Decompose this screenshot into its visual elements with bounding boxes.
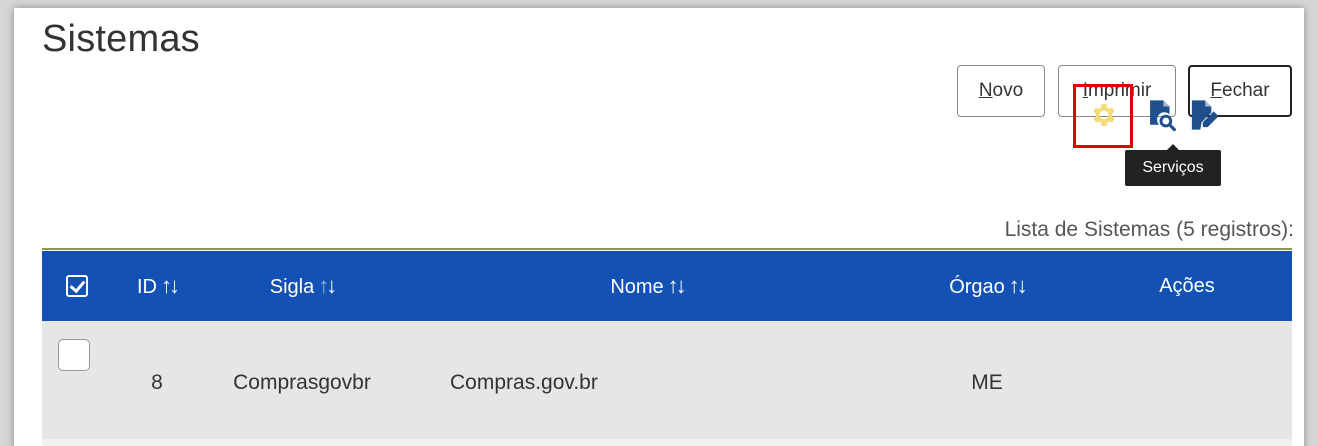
column-header-id[interactable]: ID ↑↓ [112, 251, 202, 321]
sort-arrows-icon[interactable]: ↑↓ [1009, 273, 1028, 299]
column-header-orgao[interactable]: Órgao ↑↓ [892, 251, 1082, 321]
column-header-acoes: Ações [1159, 274, 1215, 297]
row-checkbox[interactable] [58, 339, 90, 371]
cell-orgao: ME [971, 371, 1003, 394]
column-header-nome[interactable]: Nome ↑↓ [402, 251, 892, 321]
systems-table: ID ↑↓ Sigla ↑↓ Nome ↑↓ Órgao ↑↓ Ações 8 Comp… [42, 251, 1292, 446]
column-header-sigla[interactable]: Sigla ↑↓ [202, 251, 402, 321]
cell-nome: Compras.gov.br [450, 371, 598, 394]
select-all-checkbox-icon[interactable] [66, 275, 88, 298]
select-all-header[interactable] [42, 251, 112, 321]
sort-arrows-icon[interactable]: ↑↓ [161, 273, 180, 299]
caption-divider [42, 248, 1292, 250]
fechar-label: echar [1222, 80, 1270, 101]
column-label-sigla: Sigla [269, 276, 315, 298]
column-label-orgao: Órgao [949, 276, 1005, 298]
table-header-row: ID ↑↓ Sigla ↑↓ Nome ↑↓ Órgao ↑↓ Ações [42, 251, 1292, 321]
novo-label: ovo [992, 80, 1024, 101]
cell-id: 8 [151, 371, 163, 394]
gear-icon[interactable] [1089, 100, 1119, 135]
page-title: Sistemas [42, 18, 200, 60]
novo-accesskey: N [978, 80, 993, 101]
cell-sigla: Comprasgovbr [233, 371, 371, 394]
cell-acoes [1082, 321, 1292, 439]
column-label-nome: Nome [610, 276, 664, 298]
systems-panel: Sistemas Novo Imprimir Fechar Lista de S… [14, 8, 1304, 446]
row-select-cell [42, 321, 112, 439]
search-document-icon[interactable] [1146, 98, 1176, 137]
edit-document-icon[interactable] [1188, 98, 1220, 137]
column-label-id: ID [137, 276, 157, 298]
sort-arrows-icon[interactable]: ↑↓ [318, 273, 337, 299]
table-row [42, 439, 1292, 446]
novo-button[interactable]: Novo [957, 65, 1045, 117]
table-row: 8 Comprasgovbr Compras.gov.br ME [42, 321, 1292, 439]
sort-arrows-icon[interactable]: ↑↓ [668, 273, 687, 299]
list-caption: Lista de Sistemas (5 registros): [1004, 218, 1294, 241]
services-tooltip: Serviços [1125, 144, 1221, 186]
